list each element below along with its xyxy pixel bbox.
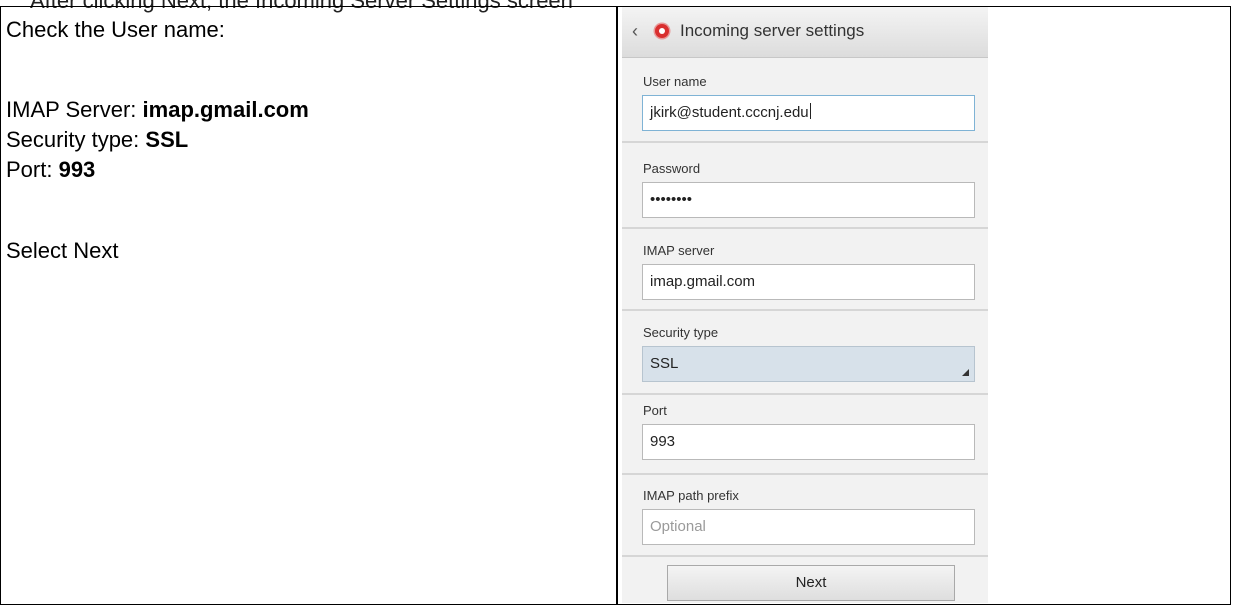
field-divider [622, 473, 988, 475]
imap-path-prefix-field[interactable]: Optional [642, 509, 975, 545]
screen-title: Incoming server settings [680, 21, 865, 40]
instruction-security-type: Security type: SSL [6, 127, 189, 152]
next-button[interactable]: Next [667, 565, 955, 601]
table-column-divider [616, 6, 618, 605]
instruction-select-next: Select Next [6, 238, 119, 263]
instruction-check-username: Check the User name: [6, 17, 225, 42]
action-bar: ‹ Incoming server settings [622, 7, 988, 58]
phone-screenshot: ‹ Incoming server settings User name jki… [622, 7, 988, 603]
instruction-imap-server-value: imap.gmail.com [142, 97, 309, 122]
instruction-security-type-value: SSL [145, 127, 189, 152]
field-divider [622, 393, 988, 395]
security-type-label: Security type [643, 325, 719, 340]
instruction-imap-server: IMAP Server: imap.gmail.com [6, 97, 309, 122]
imap-server-field[interactable]: imap.gmail.com [642, 264, 975, 300]
instruction-port-value: 993 [58, 157, 96, 182]
imap-server-label: IMAP server [643, 243, 715, 258]
email-app-icon [655, 24, 669, 38]
text-cursor [809, 103, 811, 119]
security-type-select[interactable]: SSL [642, 346, 975, 382]
imap-path-prefix-label: IMAP path prefix [643, 488, 739, 503]
password-label: Password [643, 161, 701, 176]
port-label: Port [643, 403, 667, 418]
password-field[interactable]: •••••••• [642, 182, 975, 218]
chevron-left-icon[interactable]: ‹ [632, 21, 648, 41]
dropdown-arrow-icon [962, 369, 969, 376]
field-divider [622, 141, 988, 143]
username-field[interactable]: jkirk@student.cccnj.edu [642, 95, 975, 131]
field-divider [622, 227, 988, 229]
username-label: User name [643, 74, 707, 89]
field-divider [622, 555, 988, 557]
port-field[interactable]: 993 [642, 424, 975, 460]
instruction-port: Port: 993 [6, 157, 96, 182]
field-divider [622, 309, 988, 311]
